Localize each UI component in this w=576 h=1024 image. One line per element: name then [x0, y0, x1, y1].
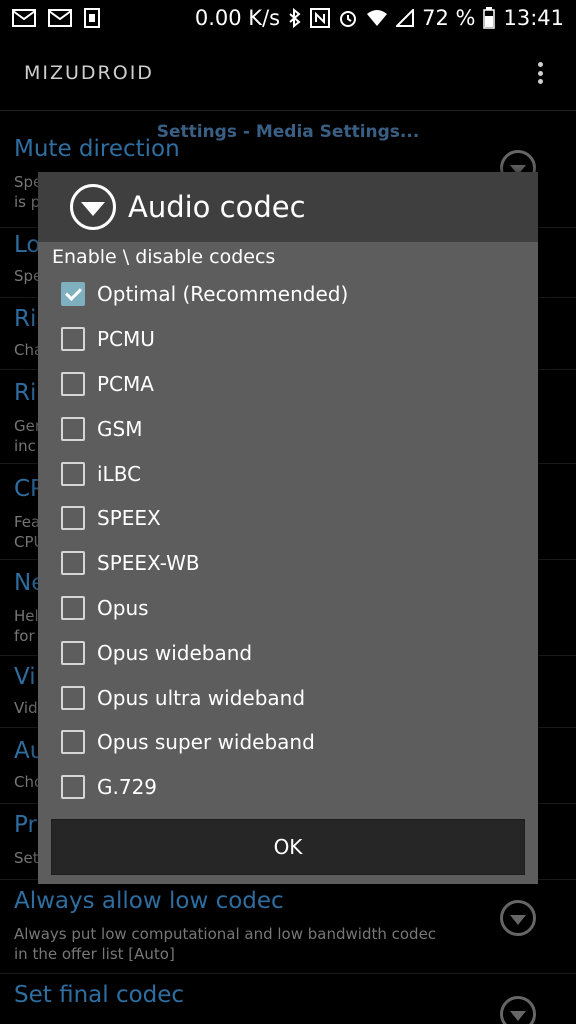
battery-icon	[483, 7, 496, 29]
signal-icon	[396, 9, 415, 27]
codec-label: Opus	[97, 595, 149, 620]
codec-checkbox[interactable]	[61, 506, 85, 531]
alarm-icon	[338, 8, 358, 28]
settings-item-title: Lo	[14, 232, 41, 258]
settings-item-subtitle: Hel	[14, 607, 39, 625]
codec-option[interactable]: GSM	[38, 406, 538, 451]
codec-label: Opus super wideband	[97, 730, 315, 755]
codec-option[interactable]: PCMU	[38, 317, 538, 362]
overflow-menu-icon[interactable]	[528, 58, 552, 88]
ok-button[interactable]: OK	[51, 819, 525, 875]
settings-item-subtitle: Always put low computational and low ban…	[14, 925, 437, 943]
status-bar: 0.00 K/s 72 % 13:41	[0, 0, 576, 36]
settings-item-subtitle: for	[14, 627, 35, 645]
battery-level: 72 %	[422, 6, 476, 30]
settings-item-set-final-codec[interactable]: Set final codec	[0, 974, 576, 1024]
settings-item-title: Set final codec	[14, 982, 185, 1008]
codec-checkbox[interactable]	[61, 730, 85, 755]
codec-label: Opus wideband	[97, 640, 253, 665]
codec-checkbox[interactable]	[61, 327, 85, 352]
codec-label: PCMA	[97, 371, 154, 396]
codec-label: Opus ultra wideband	[97, 685, 306, 710]
nfc-icon	[310, 8, 331, 28]
codec-option[interactable]: iLBC	[38, 451, 538, 496]
codec-checkbox[interactable]	[61, 685, 85, 710]
codec-checkbox[interactable]	[61, 640, 85, 665]
network-speed: 0.00 K/s	[194, 6, 281, 30]
codec-option[interactable]: Optimal (Recommended)	[38, 272, 538, 317]
settings-item-title: Ri	[14, 306, 37, 332]
codec-option[interactable]: Opus wideband	[38, 630, 538, 675]
sim-icon	[84, 8, 100, 28]
codec-label: PCMU	[97, 327, 155, 352]
wifi-icon	[366, 9, 388, 27]
codec-option[interactable]: SPEEX	[38, 496, 538, 541]
settings-item-subtitle: in the offer list [Auto]	[14, 945, 175, 963]
codec-option[interactable]: PCMA	[38, 362, 538, 407]
app-bar: MIZUDROID	[0, 36, 576, 110]
codec-label: SPEEX	[97, 506, 161, 531]
app-logo: MIZUDROID	[24, 62, 154, 84]
settings-item-title: Vi	[14, 664, 36, 690]
codec-checkbox[interactable]	[61, 595, 85, 620]
codec-list: Optimal (Recommended) PCMU PCMA GSM iLBC SPEE…	[38, 272, 538, 810]
settings-item-title: Mute direction	[14, 136, 180, 162]
codec-option[interactable]: Opus ultra wideband	[38, 675, 538, 720]
codec-label: G.729	[97, 775, 158, 800]
mail-icon	[48, 9, 72, 27]
settings-item-title: Pr	[14, 812, 37, 838]
codec-label: GSM	[97, 416, 143, 441]
dialog-subtitle: Enable \ disable codecs	[52, 246, 276, 268]
codec-checkbox[interactable]	[61, 461, 85, 486]
settings-item-subtitle: Vid	[14, 699, 38, 717]
codec-option[interactable]: Opus super wideband	[38, 720, 538, 765]
settings-item-subtitle: Set	[14, 849, 39, 867]
codec-label: SPEEX-WB	[97, 551, 200, 576]
dialog-title: Audio codec	[128, 190, 306, 224]
codec-checkbox[interactable]	[61, 775, 85, 800]
codec-option[interactable]: Opus	[38, 586, 538, 631]
codec-checkbox[interactable]	[61, 416, 85, 441]
chevron-down-icon	[70, 184, 116, 230]
codec-option[interactable]: SPEEX-WB	[38, 541, 538, 586]
bluetooth-icon	[288, 8, 302, 28]
mail-icon	[12, 9, 36, 27]
codec-option[interactable]: G.729	[38, 765, 538, 810]
chevron-down-icon	[500, 900, 536, 936]
audio-codec-dialog: Audio codec Enable \ disable codecs Opti…	[38, 172, 538, 884]
settings-item-subtitle: inc	[14, 437, 36, 455]
settings-item-title: Always allow low codec	[14, 888, 284, 914]
settings-item-subtitle: is p	[14, 193, 41, 211]
chevron-down-icon	[500, 996, 536, 1024]
codec-checkbox[interactable]	[61, 551, 85, 576]
codec-checkbox[interactable]	[61, 371, 85, 396]
dialog-footer: OK	[38, 808, 538, 884]
codec-checkbox[interactable]	[61, 282, 85, 307]
clock: 13:41	[503, 6, 564, 30]
settings-item-title: Ri	[14, 380, 37, 406]
dialog-header: Audio codec	[38, 172, 538, 242]
codec-label: Optimal (Recommended)	[97, 282, 349, 307]
settings-item-subtitle: Fea	[14, 513, 41, 531]
codec-label: iLBC	[97, 461, 142, 486]
settings-item-always-allow-low-codec[interactable]: Always allow low codec Always put low co…	[0, 880, 576, 974]
